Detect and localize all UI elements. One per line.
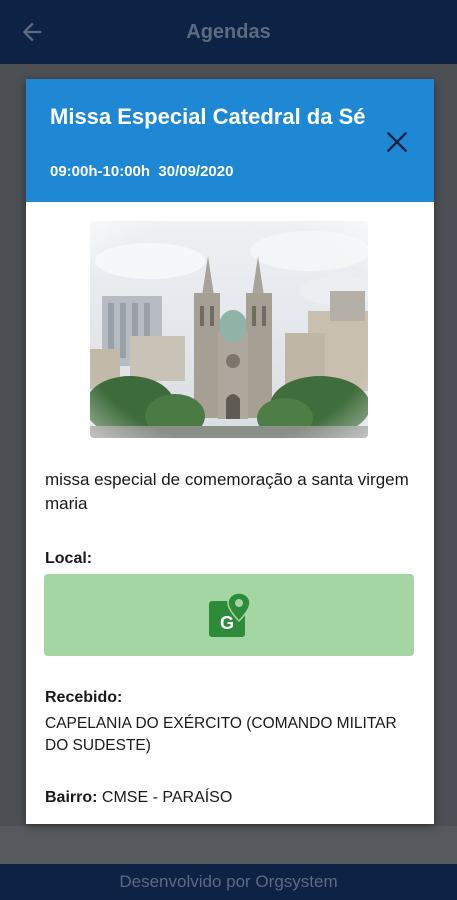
google-maps-icon: G: [209, 592, 251, 637]
bairro-value: CMSE - PARAÍSO: [101, 789, 233, 806]
event-dialog: Missa Especial Catedral da Sé 09:00h-10:…: [26, 79, 434, 824]
page-title: Agendas: [186, 20, 271, 43]
background-list-item: [0, 826, 457, 864]
bairro-row: Bairro: CMSE - PARAÍSO: [45, 789, 232, 807]
event-description: missa especial de comemoração a santa vi…: [45, 470, 409, 513]
dialog-header: Missa Especial Catedral da Sé 09:00h-10:…: [26, 79, 434, 202]
cathedral-photo: [90, 221, 368, 438]
app-bar: Agendas: [0, 0, 457, 64]
bairro-label: Bairro:: [45, 789, 98, 806]
recebido-value: CAPELANIA DO EXÉRCITO (COMANDO MILITAR D…: [45, 715, 397, 754]
svg-text:G: G: [220, 613, 234, 633]
local-label: Local:: [45, 550, 93, 567]
event-time-date: 09:00h-10:00h 30/09/2020: [50, 163, 234, 180]
open-map-button[interactable]: G: [44, 574, 414, 656]
footer-credit: Desenvolvido por Orgsystem: [0, 864, 457, 900]
recebido-label: Recebido:: [45, 689, 123, 706]
event-title: Missa Especial Catedral da Sé: [50, 104, 366, 129]
close-icon[interactable]: [384, 129, 410, 155]
arrow-back-icon[interactable]: [18, 18, 46, 46]
